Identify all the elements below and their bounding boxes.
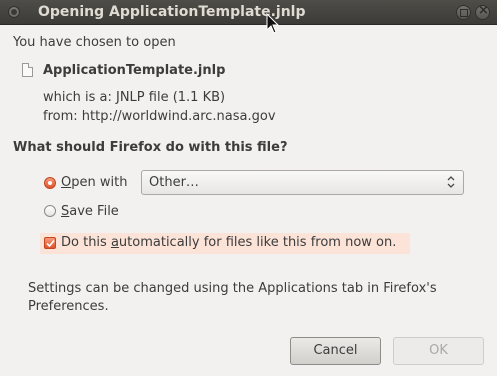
open-with-label[interactable]: Open with bbox=[61, 175, 127, 190]
window-menu-icon[interactable] bbox=[8, 6, 20, 18]
close-window-button[interactable] bbox=[475, 3, 490, 20]
settings-note-line2: Preferences. bbox=[28, 299, 109, 314]
settings-note-line1: Settings can be changed using the Applic… bbox=[28, 281, 437, 296]
ok-button[interactable]: OK bbox=[393, 337, 484, 365]
combo-arrows-icon bbox=[447, 176, 455, 188]
open-with-radio[interactable] bbox=[44, 177, 56, 189]
intro-text: You have chosen to open bbox=[13, 35, 176, 50]
action-question: What should Firefox do with this file? bbox=[13, 140, 288, 155]
file-icon bbox=[22, 63, 33, 77]
open-with-label-rest: pen with bbox=[71, 175, 128, 190]
title-bar[interactable]: Opening ApplicationTemplate.jnlp bbox=[0, 0, 497, 25]
mouse-cursor-icon bbox=[266, 13, 280, 34]
checkmark-icon bbox=[46, 239, 55, 248]
auto-action-label[interactable]: Do this automatically for files like thi… bbox=[61, 235, 396, 250]
cancel-button[interactable]: Cancel bbox=[290, 337, 381, 365]
auto-action-label-after: utomatically for files like this from no… bbox=[118, 235, 397, 250]
auto-action-accel: a bbox=[110, 235, 119, 250]
auto-action-checkbox[interactable] bbox=[44, 237, 56, 249]
save-file-label-rest: ave File bbox=[69, 204, 119, 219]
application-select[interactable]: Other… bbox=[141, 170, 464, 195]
file-source: from: http://worldwind.arc.nasa.gov bbox=[43, 109, 276, 124]
file-type: which is a: JNLP file (1.1 KB) bbox=[43, 90, 226, 105]
application-select-value: Other… bbox=[149, 175, 199, 190]
auto-action-label-before: Do this bbox=[61, 235, 111, 250]
save-file-radio[interactable] bbox=[44, 205, 56, 217]
dialog-window: Opening ApplicationTemplate.jnlp You hav… bbox=[0, 0, 497, 376]
restore-window-button[interactable] bbox=[456, 5, 471, 20]
open-with-accel: O bbox=[61, 175, 72, 190]
auto-action-row[interactable]: Do this automatically for files like thi… bbox=[40, 233, 410, 254]
file-name: ApplicationTemplate.jnlp bbox=[43, 63, 226, 78]
save-file-label[interactable]: Save File bbox=[61, 204, 119, 219]
